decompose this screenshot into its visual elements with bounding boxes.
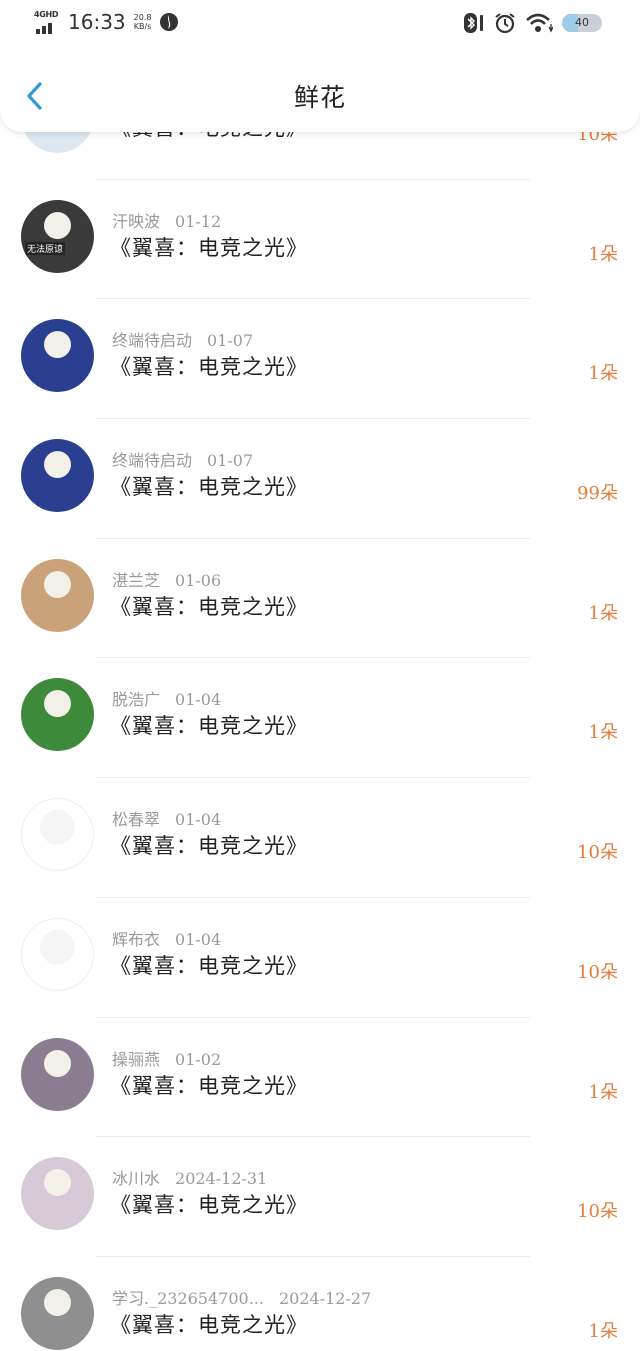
list-item[interactable]: 终端待启动 01-07 《翼喜：电竞之光》 99朵	[0, 419, 640, 539]
record-date: 01-04	[175, 810, 222, 830]
record-date: 01-07	[207, 451, 254, 471]
speed-unit: KB/s	[133, 22, 152, 31]
list-item[interactable]: 脱浩广 01-04 《翼喜：电竞之光》 1朵	[0, 658, 640, 779]
avatar[interactable]	[21, 1037, 94, 1111]
record-date: 2024-12-31	[175, 1169, 268, 1189]
list-item[interactable]: 辉布衣 01-04 《翼喜：电竞之光》 10朵	[0, 898, 640, 1018]
user-name: 学习._232654700...	[112, 1288, 264, 1308]
page-title: 鲜花	[293, 83, 346, 112]
user-name: 辉布衣	[112, 929, 161, 949]
flower-quantity: 10朵	[577, 842, 618, 864]
book-title: 《翼喜：电竞之光》	[110, 1312, 308, 1337]
user-name: 冰川水	[112, 1169, 161, 1189]
user-name: 终端待启动	[112, 451, 193, 471]
flower-quantity: 10朵	[577, 1201, 618, 1223]
avatar[interactable]	[21, 917, 94, 991]
list-item[interactable]: 无法原谅 汗映波 01-12 《翼喜：电竞之光》 1朵	[0, 180, 640, 300]
record-date: 01-04	[175, 929, 222, 949]
record-date: 01-04	[175, 690, 222, 710]
book-title: 《翼喜：电竞之光》	[110, 953, 308, 978]
book-title: 《翼喜：电竞之光》	[110, 355, 308, 380]
avatar[interactable]	[21, 1276, 94, 1350]
book-title: 《翼喜：电竞之光》	[110, 834, 308, 859]
record-date: 01-07	[207, 331, 254, 351]
bluetooth-icon	[464, 13, 483, 33]
flower-quantity: 1朵	[588, 602, 618, 624]
list-item[interactable]: 松春翠 01-04 《翼喜：电竞之光》 10朵	[0, 778, 640, 898]
record-date: 01-02	[175, 1049, 222, 1069]
record-meta: 松春翠 01-04	[112, 806, 221, 830]
alarm-icon	[495, 13, 515, 34]
battery-indicator: 40	[562, 14, 602, 32]
header-bar: 鲜花	[0, 48, 640, 132]
status-right: 40	[463, 12, 602, 34]
flower-quantity: 1朵	[588, 1320, 618, 1342]
flower-quantity: 1朵	[588, 1081, 618, 1103]
avatar[interactable]	[21, 798, 94, 872]
list-item[interactable]: 终端待启动 01-07 《翼喜：电竞之光》 1朵	[0, 299, 640, 420]
record-meta: 汗映波 01-12	[112, 208, 221, 232]
list-item[interactable]: 冰川水 2024-12-31 《翼喜：电竞之光》 10朵	[0, 1137, 640, 1257]
flower-record-list: 《翼喜：电竞之光》10朵无法原谅汗映波01-12《翼喜：电竞之光》1朵终端待启动…	[0, 60, 640, 1351]
record-meta: 终端待启动 01-07	[112, 327, 253, 351]
signal-icon: 4GHD	[34, 10, 60, 34]
status-left: 4GHD 16:33 20.8 KB/s	[34, 10, 179, 34]
flower-quantity: 99朵	[577, 483, 618, 505]
book-title: 《翼喜：电竞之光》	[110, 1073, 308, 1098]
user-name: 终端待启动	[112, 331, 193, 351]
list-item[interactable]: 湛兰芝 01-06 《翼喜：电竞之光》 1朵	[0, 539, 640, 659]
book-title: 《翼喜：电竞之光》	[110, 714, 308, 739]
book-title: 《翼喜：电竞之光》	[110, 594, 308, 619]
record-meta: 操骊燕 01-02	[112, 1046, 221, 1070]
book-title: 《翼喜：电竞之光》	[110, 1193, 308, 1218]
avatar[interactable]	[21, 1157, 94, 1231]
flower-quantity: 1朵	[588, 243, 618, 265]
record-meta: 冰川水 2024-12-31	[112, 1165, 267, 1189]
book-title: 《翼喜：电竞之光》	[110, 235, 308, 260]
record-meta: 学习._232654700... 2024-12-27	[112, 1285, 371, 1309]
avatar[interactable]: 无法原谅	[21, 199, 94, 273]
user-name: 操骊燕	[112, 1049, 161, 1069]
record-date: 01-12	[175, 211, 222, 231]
avatar[interactable]	[21, 558, 94, 632]
user-name: 汗映波	[112, 211, 161, 231]
record-meta: 辉布衣 01-04	[112, 926, 221, 950]
speed-value: 20.8	[133, 13, 152, 22]
avatar-caption: 无法原谅	[25, 241, 66, 255]
avatar[interactable]	[21, 439, 94, 513]
record-meta: 脱浩广 01-04	[112, 686, 221, 710]
book-title: 《翼喜：电竞之光》	[110, 475, 308, 500]
avatar[interactable]	[21, 678, 94, 752]
user-name: 脱浩广	[112, 690, 161, 710]
flower-quantity: 10朵	[577, 961, 618, 983]
wifi-icon	[526, 13, 553, 33]
avatar[interactable]	[21, 319, 94, 393]
battery-level: 40	[575, 16, 589, 29]
flower-quantity: 1朵	[588, 363, 618, 385]
status-bar: 4GHD 16:33 20.8 KB/s 40	[0, 0, 640, 48]
status-time: 16:33	[68, 10, 126, 34]
record-meta: 湛兰芝 01-06	[112, 567, 221, 591]
data-saver-icon	[160, 13, 179, 31]
network-speed: 20.8 KB/s	[134, 13, 152, 31]
record-date: 01-06	[175, 570, 222, 590]
user-name: 松春翠	[112, 810, 161, 830]
record-meta: 终端待启动 01-07	[112, 447, 253, 471]
list-item[interactable]: 操骊燕 01-02 《翼喜：电竞之光》 1朵	[0, 1018, 640, 1138]
network-type: 4GHD	[34, 10, 59, 19]
list-item[interactable]: 学习._232654700... 2024-12-27 《翼喜：电竞之光》 1朵	[0, 1257, 640, 1351]
user-name: 湛兰芝	[112, 570, 161, 590]
record-date: 2024-12-27	[278, 1288, 372, 1308]
flower-quantity: 1朵	[588, 722, 618, 744]
